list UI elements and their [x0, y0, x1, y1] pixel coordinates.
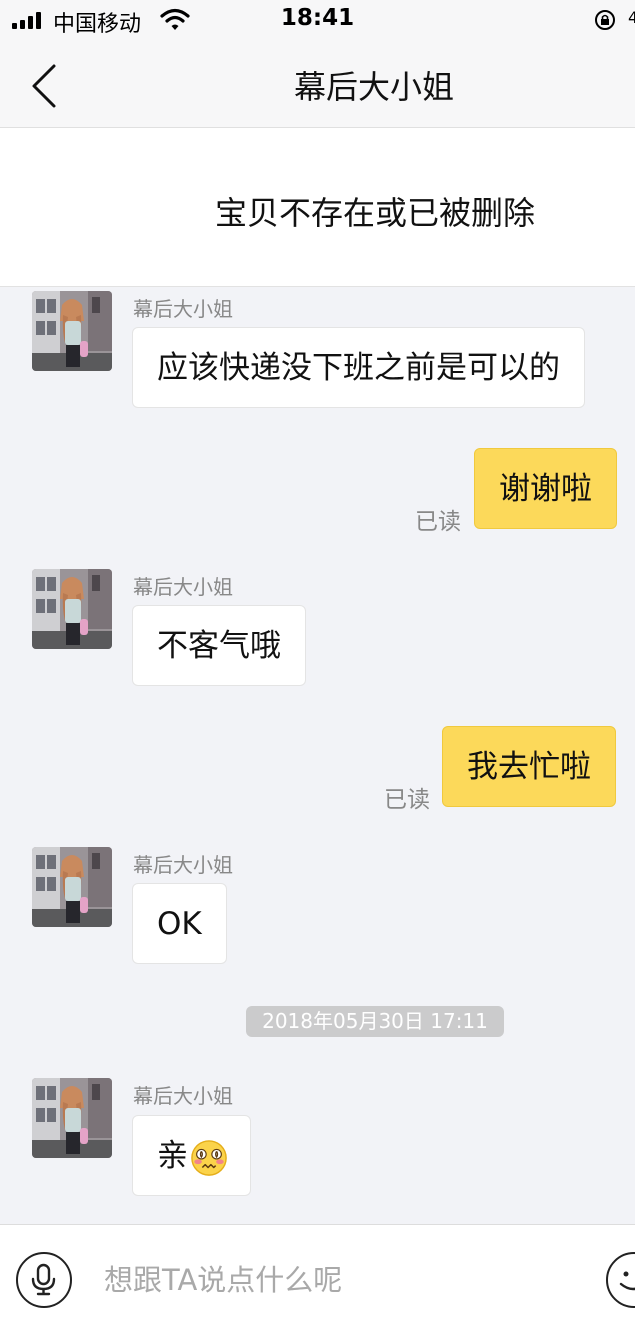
voice-input-button[interactable] [16, 1252, 72, 1308]
incoming-message-bubble[interactable]: 应该快递没下班之前是可以的 [132, 327, 585, 408]
read-receipt: 已读 [415, 509, 461, 535]
status-time: 18:41 [280, 5, 355, 31]
microphone-icon [31, 1263, 56, 1296]
sender-name: 幕后大小姐 [133, 297, 233, 321]
contact-avatar[interactable] [32, 1078, 112, 1158]
sender-name: 幕后大小姐 [133, 853, 233, 877]
emoji-picker-button[interactable] [606, 1252, 635, 1308]
message-input[interactable] [104, 1255, 584, 1305]
sender-name: 幕后大小姐 [133, 1084, 233, 1108]
read-receipt: 已读 [384, 787, 430, 813]
product-notice-card[interactable]: 宝贝不存在或已被删除 [0, 128, 635, 287]
incoming-message-bubble[interactable]: 不客气哦 [132, 605, 306, 686]
status-bar: 中国移动 18:41 4 [0, 0, 635, 40]
contact-avatar[interactable] [32, 569, 112, 649]
product-notice-text: 宝贝不存在或已被删除 [214, 194, 535, 232]
chat-timestamp: 2018年05月30日 17:11 [246, 1006, 504, 1037]
rotation-lock-icon [595, 10, 615, 30]
outgoing-message-bubble[interactable]: 谢谢啦 [474, 448, 617, 529]
contact-avatar[interactable] [32, 847, 112, 927]
incoming-message-bubble[interactable]: OK [132, 883, 227, 964]
contact-avatar[interactable] [32, 291, 112, 371]
message-text: 亲 [157, 1138, 188, 1174]
dizzy-face-emoji-icon [191, 1139, 227, 1176]
input-bar [0, 1224, 635, 1334]
page-title: 幕后大小姐 [293, 68, 454, 106]
sender-name: 幕后大小姐 [133, 575, 233, 599]
incoming-message-bubble[interactable]: 亲 [132, 1115, 251, 1196]
smiley-icon [619, 1271, 635, 1291]
outgoing-message-bubble[interactable]: 我去忙啦 [442, 726, 616, 807]
navigation-bar: 幕后大小姐 [0, 40, 635, 128]
battery-indicator: 4 [628, 8, 635, 27]
